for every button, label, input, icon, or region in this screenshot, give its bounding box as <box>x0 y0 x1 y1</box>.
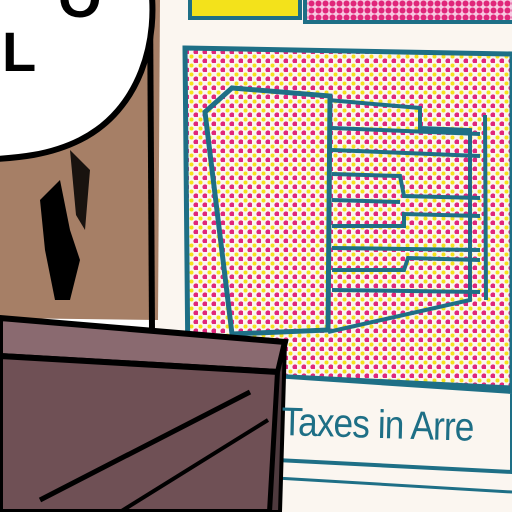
bubble-line-1: O <box>58 0 102 26</box>
speech-bubble-text: O L <box>0 0 102 80</box>
sign-label: Taxes in Arre <box>280 400 474 450</box>
bar-edge <box>483 114 488 301</box>
desk-front <box>0 352 282 512</box>
bar-divider <box>331 246 481 252</box>
bar-divider <box>331 198 401 204</box>
magenta-swatch <box>303 0 512 24</box>
bar-divider <box>331 288 481 294</box>
bubble-line-2: L <box>2 20 37 83</box>
comic-panel: O L Taxes in Arre <box>0 0 512 512</box>
yellow-swatch <box>188 0 302 20</box>
